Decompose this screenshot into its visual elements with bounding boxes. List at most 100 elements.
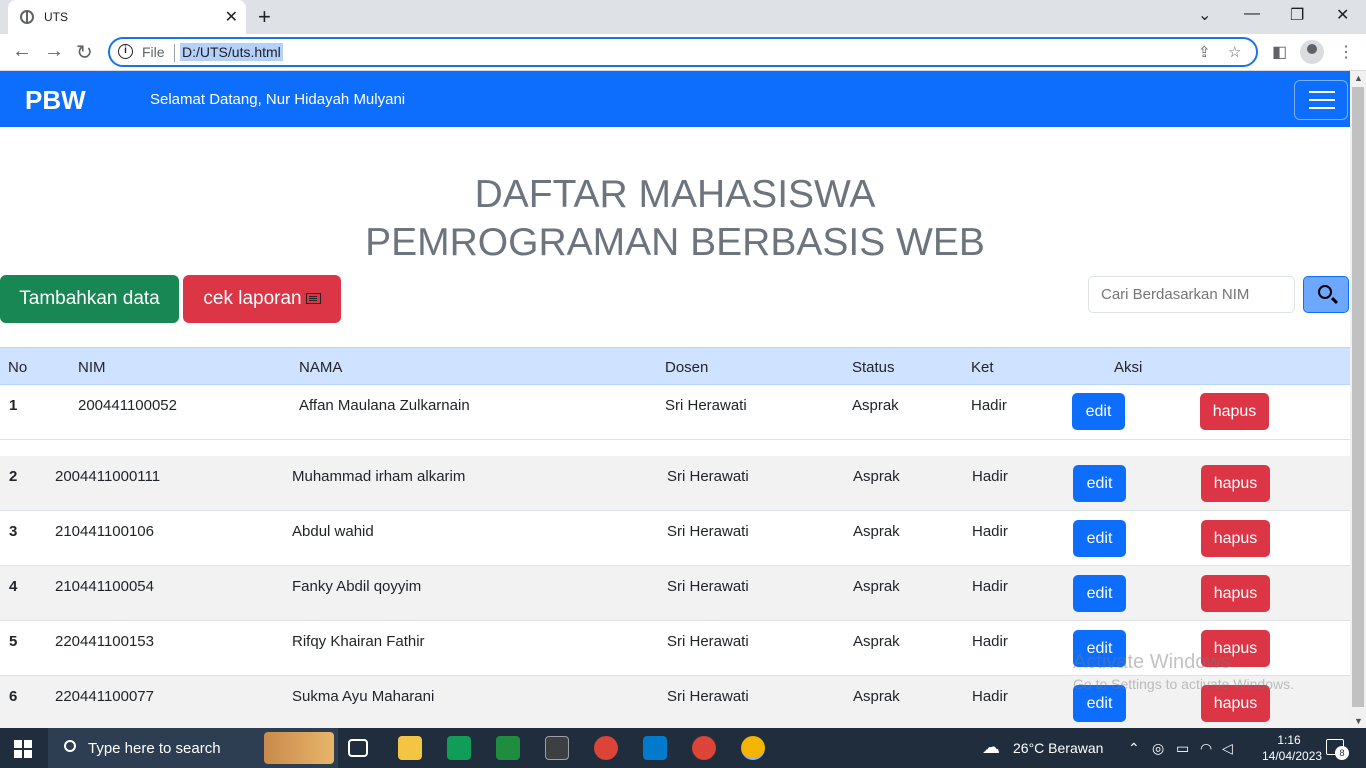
delete-button[interactable]: hapus <box>1201 520 1270 557</box>
clock[interactable]: 1:16 14/04/2023 <box>1262 732 1322 764</box>
cell-nama: Abdul wahid <box>292 523 374 540</box>
meet-now-icon[interactable]: ◎ <box>1152 740 1164 757</box>
cell-nim: 210441100106 <box>55 523 154 540</box>
meet-icon[interactable] <box>447 736 471 760</box>
table-row: 2 2004411000111 Muhammad irham alkarim S… <box>0 456 1350 511</box>
page-scrollbar[interactable]: ▲ ▼ <box>1350 71 1366 728</box>
minimize-icon[interactable]: — <box>1244 5 1260 23</box>
weather-text[interactable]: 26°C Berawan <box>1013 740 1103 756</box>
search-icon <box>1318 285 1332 299</box>
table-row: 1 200441100052 Affan Maulana Zulkarnain … <box>0 385 1350 440</box>
search-button[interactable] <box>1303 276 1349 313</box>
browser-toolbar: ← → ↻ i File D:/UTS/uts.html ⇪ ☆ ◧ ⋮ <box>0 34 1366 71</box>
page-title-line1: DAFTAR MAHASISWA <box>474 173 876 216</box>
new-tab-icon[interactable]: + <box>258 4 271 30</box>
cell-nim: 210441100054 <box>55 578 154 595</box>
cell-nim: 200441100052 <box>78 397 177 414</box>
delete-button[interactable]: hapus <box>1200 393 1269 430</box>
notification-icon[interactable]: 8 <box>1326 739 1349 760</box>
scroll-up-arrow-icon[interactable]: ▲ <box>1354 73 1363 83</box>
edit-button[interactable]: edit <box>1072 393 1125 430</box>
notification-count: 8 <box>1335 746 1349 760</box>
report-label: cek laporan <box>203 288 302 309</box>
cell-no: 2 <box>9 468 18 485</box>
report-button[interactable]: cek laporan <box>183 275 341 323</box>
tab-search-chevron-icon[interactable]: ⌄ <box>1198 5 1211 25</box>
cell-status: Asprak <box>852 397 899 414</box>
cell-no: 3 <box>9 523 18 540</box>
volume-icon[interactable]: ◁ <box>1222 740 1233 757</box>
add-data-button[interactable]: Tambahkan data <box>0 275 179 323</box>
table-header: No NIM NAMA Dosen Status Ket Aksi <box>0 347 1350 385</box>
scrollbar-thumb[interactable] <box>1352 87 1364 707</box>
edit-button[interactable]: edit <box>1073 465 1126 502</box>
table-row: 3 210441100106 Abdul wahid Sri Herawati … <box>0 511 1350 566</box>
file-explorer-icon[interactable] <box>398 736 422 760</box>
bookmark-star-icon[interactable]: ☆ <box>1228 43 1241 61</box>
table-row: 4 210441100054 Fanky Abdil qoyyim Sri He… <box>0 566 1350 621</box>
header-status: Status <box>852 359 895 376</box>
reload-icon[interactable]: ↻ <box>76 40 93 65</box>
page-title: DAFTAR MAHASISWA PEMROGRAMAN BERBASIS WE… <box>0 171 1350 267</box>
cell-dosen: Sri Herawati <box>667 578 749 595</box>
close-window-icon[interactable]: ✕ <box>1336 5 1349 25</box>
taskbar-search-placeholder: Type here to search <box>88 740 221 757</box>
cell-dosen: Sri Herawati <box>667 468 749 485</box>
url-text[interactable]: D:/UTS/uts.html <box>180 43 283 61</box>
cell-nama: Sukma Ayu Maharani <box>292 688 435 705</box>
chrome-profile-icon[interactable] <box>594 736 618 760</box>
cell-nama: Affan Maulana Zulkarnain <box>299 397 470 414</box>
edit-button[interactable]: edit <box>1073 520 1126 557</box>
wifi-icon[interactable]: ◠ <box>1200 740 1212 757</box>
vscode-icon[interactable] <box>643 736 667 760</box>
battery-icon[interactable]: ▭ <box>1176 740 1189 757</box>
taskbar: Type here to search ☁ 26°C Berawan ⌃ ◎ ▭… <box>0 728 1366 768</box>
cell-dosen: Sri Herawati <box>667 633 749 650</box>
menu-kebab-icon[interactable]: ⋮ <box>1338 42 1354 62</box>
edit-button[interactable]: edit <box>1073 575 1126 612</box>
weather-icon[interactable]: ☁ <box>982 737 1000 758</box>
info-icon[interactable]: i <box>118 44 133 59</box>
restore-icon[interactable]: ❐ <box>1290 5 1304 25</box>
task-view-icon[interactable] <box>348 739 368 757</box>
profile-avatar-icon[interactable] <box>1300 40 1324 64</box>
cell-nim: 2004411000111 <box>55 468 161 485</box>
cell-ket: Hadir <box>971 397 1007 414</box>
brand-logo[interactable]: PBW <box>25 85 86 116</box>
delete-button[interactable]: hapus <box>1201 465 1270 502</box>
close-tab-icon[interactable]: ✕ <box>225 7 238 27</box>
header-dosen: Dosen <box>665 359 709 376</box>
browser-tab[interactable]: UTS ✕ <box>8 0 246 34</box>
share-icon[interactable]: ⇪ <box>1198 43 1211 61</box>
taskbar-search-box[interactable]: Type here to search <box>48 728 338 768</box>
page-title-line2: PEMROGRAMAN BERBASIS WEB <box>365 221 985 264</box>
cell-dosen: Sri Herawati <box>667 688 749 705</box>
chrome-active-icon[interactable] <box>741 736 765 760</box>
navbar-toggler-button[interactable] <box>1294 80 1348 120</box>
cell-no: 5 <box>9 633 18 650</box>
clock-time: 1:16 <box>1277 733 1301 747</box>
tray-chevron-icon[interactable]: ⌃ <box>1128 740 1140 757</box>
keyboard-app-icon[interactable] <box>545 736 569 760</box>
forward-arrow-icon[interactable]: → <box>44 40 64 63</box>
hamburger-line <box>1309 107 1335 109</box>
cell-status: Asprak <box>853 523 900 540</box>
globe-icon <box>20 10 34 24</box>
scroll-down-arrow-icon[interactable]: ▼ <box>1354 716 1363 726</box>
back-arrow-icon[interactable]: ← <box>12 40 32 63</box>
windows-start-icon[interactable] <box>14 740 32 758</box>
chrome-profile-2-icon[interactable] <box>692 736 716 760</box>
search-input[interactable] <box>1088 276 1295 313</box>
header-no: No <box>8 359 28 376</box>
side-panel-icon[interactable]: ◧ <box>1272 42 1287 62</box>
delete-button[interactable]: hapus <box>1201 575 1270 612</box>
hamburger-line <box>1309 91 1335 93</box>
url-scheme: File <box>142 44 165 60</box>
search-highlight-image <box>264 732 334 764</box>
hamburger-line <box>1309 99 1335 101</box>
cell-ket: Hadir <box>972 578 1008 595</box>
classroom-icon[interactable] <box>496 736 520 760</box>
address-bar[interactable]: i File D:/UTS/uts.html ⇪ ☆ <box>108 37 1258 67</box>
cell-ket: Hadir <box>972 688 1008 705</box>
cell-dosen: Sri Herawati <box>665 397 747 414</box>
